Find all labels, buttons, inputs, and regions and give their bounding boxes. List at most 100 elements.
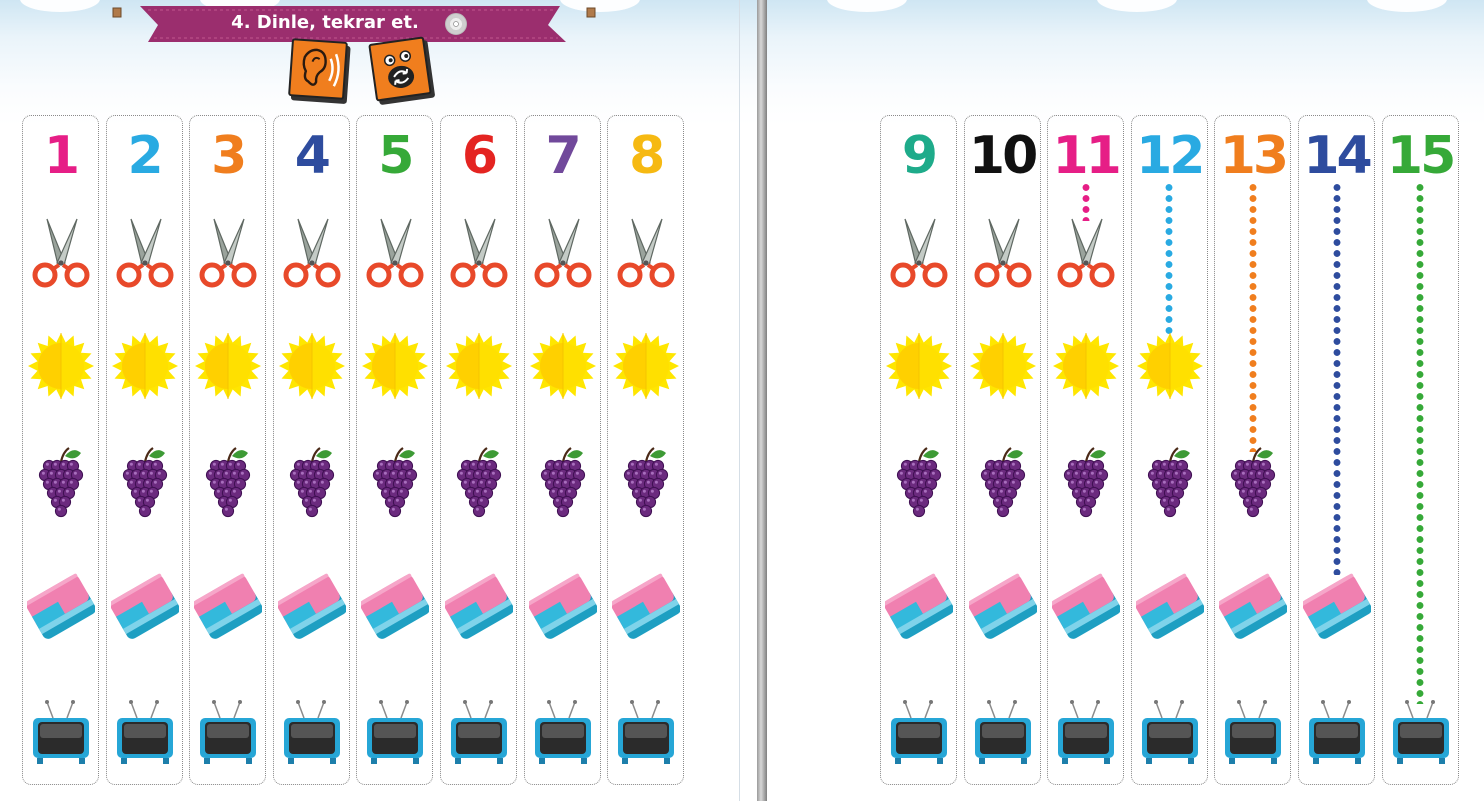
sun-icon bbox=[361, 328, 429, 404]
sun-icon bbox=[969, 328, 1037, 404]
number-column: 6 bbox=[440, 115, 517, 785]
eraser-icon bbox=[361, 567, 430, 643]
grapes-icon bbox=[361, 444, 429, 520]
eraser-icon bbox=[885, 567, 953, 643]
sun-icon bbox=[111, 328, 179, 404]
grapes-icon bbox=[278, 444, 346, 520]
sun-icon bbox=[529, 328, 597, 404]
column-number: 8 bbox=[629, 126, 665, 186]
tv-icon bbox=[885, 696, 953, 772]
sun-icon bbox=[194, 328, 262, 404]
grapes-icon bbox=[1219, 444, 1287, 520]
column-number: 10 bbox=[968, 126, 1038, 186]
number-column: 9 bbox=[880, 115, 957, 785]
column-number: 14 bbox=[1303, 126, 1372, 186]
column-number: 11 bbox=[1052, 126, 1122, 186]
number-column: 12 bbox=[1130, 115, 1208, 785]
eraser-icon bbox=[110, 567, 179, 643]
sun-icon bbox=[885, 328, 953, 404]
eraser-icon bbox=[612, 567, 681, 643]
grapes-icon bbox=[529, 444, 597, 520]
eraser-icon bbox=[277, 567, 346, 643]
scissors-icon bbox=[885, 213, 953, 289]
tv-icon bbox=[969, 696, 1037, 772]
eraser-icon bbox=[968, 567, 1037, 643]
tv-icon bbox=[278, 696, 346, 772]
eraser-icon bbox=[528, 567, 597, 643]
sky-background bbox=[767, 0, 1484, 125]
number-column: 5 bbox=[356, 115, 434, 785]
scissors-icon bbox=[969, 213, 1037, 289]
scissors-icon bbox=[612, 213, 680, 289]
book-spine bbox=[757, 0, 767, 801]
sun-icon bbox=[27, 328, 95, 404]
column-number: 4 bbox=[294, 126, 331, 186]
column-number: 9 bbox=[901, 126, 938, 186]
balloon-icon bbox=[580, 0, 602, 18]
grapes-icon bbox=[885, 444, 953, 520]
sun-icon bbox=[278, 328, 346, 404]
column-number: 5 bbox=[378, 126, 414, 186]
eraser-icon bbox=[1135, 567, 1204, 643]
balloon-icon bbox=[106, 0, 128, 18]
repeat-icon bbox=[368, 36, 432, 102]
column-number: 6 bbox=[461, 126, 498, 186]
left-page: 4. Dinle, tekrar et. 12345678 bbox=[0, 0, 757, 801]
scissors-icon bbox=[361, 213, 429, 289]
eraser-icon bbox=[194, 567, 263, 643]
column-number: 13 bbox=[1219, 126, 1289, 186]
number-column: 1 bbox=[22, 115, 99, 785]
tv-icon bbox=[361, 696, 429, 772]
column-number: 7 bbox=[545, 126, 582, 186]
column-number: 15 bbox=[1386, 126, 1456, 186]
dotted-trace-line bbox=[1248, 182, 1257, 452]
number-column: 10 bbox=[963, 115, 1041, 785]
sun-icon bbox=[1052, 328, 1120, 404]
grapes-icon bbox=[1052, 444, 1120, 520]
dotted-trace-line bbox=[1332, 182, 1341, 575]
number-column: 11 bbox=[1047, 115, 1125, 785]
tv-icon bbox=[1052, 696, 1120, 772]
eraser-icon bbox=[445, 567, 513, 643]
sun-icon bbox=[1136, 328, 1204, 404]
tv-icon bbox=[445, 696, 513, 772]
tv-icon bbox=[1136, 696, 1204, 772]
tv-icon bbox=[194, 696, 262, 772]
scissors-icon bbox=[1052, 213, 1120, 289]
dotted-trace-line bbox=[1165, 182, 1174, 336]
column-number: 3 bbox=[211, 126, 247, 186]
tv-icon bbox=[111, 696, 179, 772]
eraser-icon bbox=[27, 567, 95, 643]
grapes-icon bbox=[111, 444, 179, 520]
number-column: 8 bbox=[607, 115, 685, 785]
eraser-icon bbox=[1052, 567, 1121, 643]
scissors-icon bbox=[278, 213, 346, 289]
scissors-icon bbox=[111, 213, 179, 289]
number-column: 14 bbox=[1298, 115, 1375, 785]
grapes-icon bbox=[445, 444, 513, 520]
activity-banner: 4. Dinle, tekrar et. bbox=[140, 4, 570, 44]
right-page: 9 10 11 12 13 14 15 bbox=[767, 0, 1484, 801]
sun-icon bbox=[612, 328, 680, 404]
number-column: 15 bbox=[1381, 115, 1459, 785]
grapes-icon bbox=[27, 444, 95, 520]
scissors-icon bbox=[194, 213, 262, 289]
column-number: 2 bbox=[127, 126, 164, 186]
number-column: 13 bbox=[1214, 115, 1292, 785]
grapes-icon bbox=[612, 444, 680, 520]
number-column: 3 bbox=[189, 115, 267, 785]
column-number: 12 bbox=[1136, 126, 1205, 186]
number-column: 7 bbox=[523, 115, 601, 785]
page-edge bbox=[739, 0, 740, 801]
cd-icon[interactable] bbox=[445, 13, 467, 35]
ear-icon bbox=[288, 38, 348, 100]
tv-icon bbox=[529, 696, 597, 772]
number-column: 2 bbox=[105, 115, 183, 785]
scissors-icon bbox=[445, 213, 513, 289]
grapes-icon bbox=[969, 444, 1037, 520]
grapes-icon bbox=[194, 444, 262, 520]
dotted-trace-line bbox=[1416, 182, 1425, 704]
sun-icon bbox=[445, 328, 513, 404]
column-number: 1 bbox=[43, 126, 80, 186]
scissors-icon bbox=[27, 213, 95, 289]
